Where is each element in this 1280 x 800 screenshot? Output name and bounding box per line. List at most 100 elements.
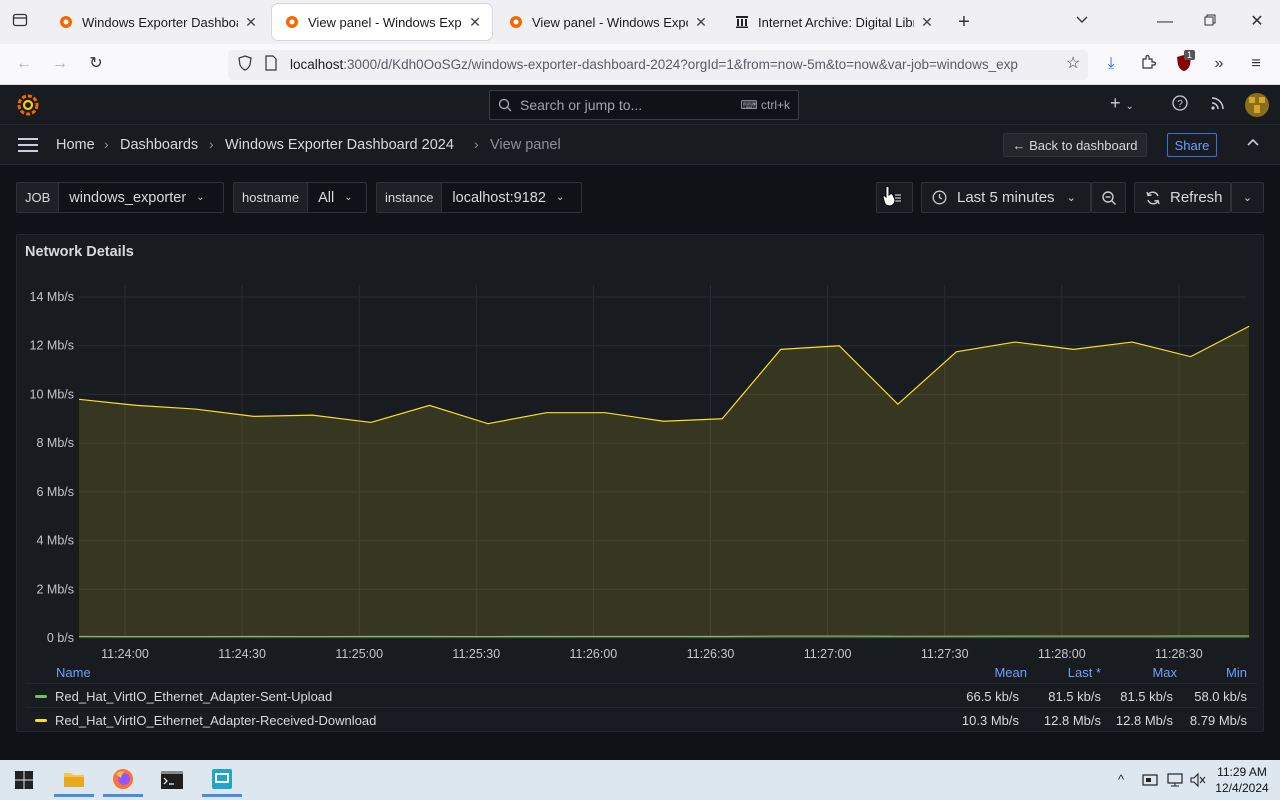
y-tick-label: 0 b/s — [47, 631, 74, 645]
url-bar[interactable]: localhost:3000/d/Kdh0OoSGz/windows-expor… — [228, 50, 1088, 80]
browser-tab-bar: Windows Exporter Dashboard 2 ✕ View pane… — [0, 0, 1280, 44]
collapse-chevron-up-icon[interactable] — [1246, 136, 1262, 152]
windows-start-icon[interactable] — [4, 763, 44, 797]
grafana-top-nav: Search or jump to... ⌨ ctrl+k + ⌄ ? — [0, 85, 1280, 125]
variable-hostname-select[interactable]: All ⌄ — [308, 183, 363, 212]
close-tab-icon[interactable]: ✕ — [244, 15, 258, 29]
terminal-icon[interactable] — [152, 763, 192, 797]
breadcrumb-home[interactable]: Home — [56, 137, 95, 153]
tray-monitor-icon[interactable] — [1167, 772, 1183, 788]
add-new-plus-icon[interactable]: + ⌄ — [1110, 93, 1134, 114]
bookmark-star-icon[interactable]: ☆ — [1063, 54, 1083, 74]
refresh-interval-dropdown[interactable]: ⌄ — [1231, 182, 1264, 213]
tab-view-panel-active[interactable]: View panel - Windows Exporter ✕ — [272, 4, 492, 40]
x-tick-label: 11:27:00 — [804, 647, 852, 661]
x-tick-label: 11:26:30 — [687, 647, 735, 661]
windows-taskbar — [0, 760, 1280, 800]
legend-series-name: Red_Hat_VirtIO_Ethernet_Adapter-Sent-Upl… — [55, 689, 333, 704]
minimize-icon[interactable]: — — [1155, 12, 1175, 32]
variable-hostname-value: All — [318, 189, 335, 206]
variable-job-select[interactable]: windows_exporter ⌄ — [59, 183, 215, 212]
menu-toggle-icon[interactable] — [18, 138, 38, 152]
variable-instance-value: localhost:9182 — [452, 189, 546, 206]
legend-series-name: Red_Hat_VirtIO_Ethernet_Adapter-Received… — [55, 713, 377, 728]
keyboard-icon: ⌨ — [740, 98, 761, 112]
reload-icon[interactable]: ↻ — [86, 54, 106, 74]
breadcrumb-dashboards[interactable]: Dashboards — [120, 137, 198, 153]
page-info-icon[interactable] — [262, 55, 280, 77]
breadcrumb-dashboard[interactable]: Windows Exporter Dashboard 2024 — [225, 137, 454, 153]
more-tools-icon[interactable]: » — [1209, 54, 1229, 74]
search-input[interactable]: Search or jump to... ⌨ ctrl+k — [489, 90, 799, 120]
legend-header-max[interactable]: Max — [1107, 665, 1177, 680]
tab-windows-exporter-dashboard[interactable]: Windows Exporter Dashboard 2 ✕ — [46, 4, 268, 40]
file-explorer-icon[interactable] — [54, 763, 94, 797]
help-icon[interactable]: ? — [1172, 95, 1190, 113]
variable-hostname[interactable]: hostname All ⌄ — [233, 182, 367, 213]
back-arrow-icon[interactable]: ← — [14, 54, 34, 74]
variable-job[interactable]: JOB windows_exporter ⌄ — [16, 182, 224, 213]
legend-header-last[interactable]: Last * — [1031, 665, 1101, 680]
extensions-icon[interactable] — [1138, 54, 1158, 76]
close-tab-icon[interactable]: ✕ — [694, 15, 708, 29]
tab-internet-archive[interactable]: Internet Archive: Digital Library ✕ — [722, 4, 944, 40]
tab-list-icon[interactable] — [10, 12, 30, 34]
panel-options-button[interactable] — [876, 182, 913, 213]
zoom-out-button[interactable] — [1091, 182, 1126, 213]
new-tab-icon[interactable]: + — [954, 12, 974, 32]
close-tab-icon[interactable]: ✕ — [468, 15, 482, 29]
hamburger-menu-icon[interactable]: ≡ — [1246, 54, 1266, 74]
x-tick-label: 11:28:30 — [1155, 647, 1203, 661]
archive-favicon-icon — [736, 16, 748, 28]
downloads-icon[interactable]: ⤓ — [1101, 54, 1121, 74]
breadcrumb-separator-icon: › — [474, 136, 479, 152]
shield-icon[interactable] — [236, 55, 254, 77]
y-tick-label: 6 Mb/s — [36, 485, 74, 499]
close-window-icon[interactable]: ✕ — [1247, 12, 1267, 32]
network-chart[interactable]: 0 b/s 2 Mb/s 4 Mb/s 6 Mb/s 8 Mb/s 10 Mb/s 12 M… — [17, 235, 1263, 663]
tray-chevron-up-icon[interactable]: ^ — [1118, 772, 1124, 787]
news-rss-icon[interactable] — [1210, 95, 1228, 113]
series-line — [78, 635, 1250, 638]
variable-job-label: JOB — [17, 183, 60, 212]
tray-network-icon[interactable] — [1142, 772, 1158, 788]
y-tick-label: 4 Mb/s — [36, 534, 74, 548]
tab-view-panel[interactable]: View panel - Windows Exporter ✕ — [496, 4, 718, 40]
y-tick-label: 14 Mb/s — [30, 290, 74, 304]
grafana-favicon-icon — [60, 16, 72, 28]
legend-row-sent-upload[interactable]: Red_Hat_VirtIO_Ethernet_Adapter-Sent-Upl… — [25, 683, 1257, 707]
zoom-out-icon — [1101, 190, 1116, 205]
arrow-left-icon: ← — [1012, 137, 1030, 153]
variable-instance[interactable]: instance localhost:9182 ⌄ — [376, 182, 582, 213]
refresh-label: Refresh — [1170, 189, 1223, 206]
breadcrumb-current: View panel — [490, 137, 561, 153]
tab-title: View panel - Windows Exporter — [532, 14, 688, 30]
x-tick-label: 11:24:30 — [218, 647, 266, 661]
x-tick-label: 11:27:30 — [921, 647, 969, 661]
legend-header-min[interactable]: Min — [1177, 665, 1247, 680]
refresh-button[interactable]: Refresh — [1134, 182, 1231, 213]
url-text: localhost:3000/d/Kdh0OoSGz/windows-expor… — [290, 57, 1018, 72]
tab-overflow-chevron-icon[interactable] — [1072, 12, 1092, 32]
remote-app-icon[interactable] — [202, 763, 242, 797]
user-avatar[interactable] — [1245, 93, 1269, 117]
back-to-dashboard-button[interactable]: ← Back to dashboard — [1003, 133, 1147, 157]
legend-header-mean[interactable]: Mean — [957, 665, 1027, 680]
share-button[interactable]: Share — [1167, 133, 1217, 157]
ublock-icon[interactable]: 1 — [1176, 50, 1196, 74]
chevron-down-icon: ⌄ — [555, 192, 565, 203]
svg-text:?: ? — [1177, 99, 1183, 110]
time-range-picker[interactable]: Last 5 minutes ⌄ — [921, 182, 1091, 213]
x-tick-label: 11:24:00 — [101, 647, 149, 661]
tray-volume-muted-icon[interactable] — [1190, 772, 1206, 788]
firefox-icon[interactable] — [103, 763, 143, 797]
legend-row-received-download[interactable]: Red_Hat_VirtIO_Ethernet_Adapter-Received… — [25, 707, 1257, 731]
grafana-logo-icon[interactable] — [16, 93, 40, 117]
variable-instance-select[interactable]: localhost:9182 ⌄ — [442, 183, 575, 212]
restore-icon[interactable] — [1200, 12, 1220, 32]
taskbar-clock[interactable]: 11:29 AM 12/4/2024 — [1212, 764, 1272, 796]
forward-arrow-icon[interactable]: → — [50, 54, 70, 74]
legend-header-name[interactable]: Name — [56, 665, 91, 680]
breadcrumb-separator-icon: › — [209, 136, 214, 152]
close-tab-icon[interactable]: ✕ — [920, 15, 934, 29]
